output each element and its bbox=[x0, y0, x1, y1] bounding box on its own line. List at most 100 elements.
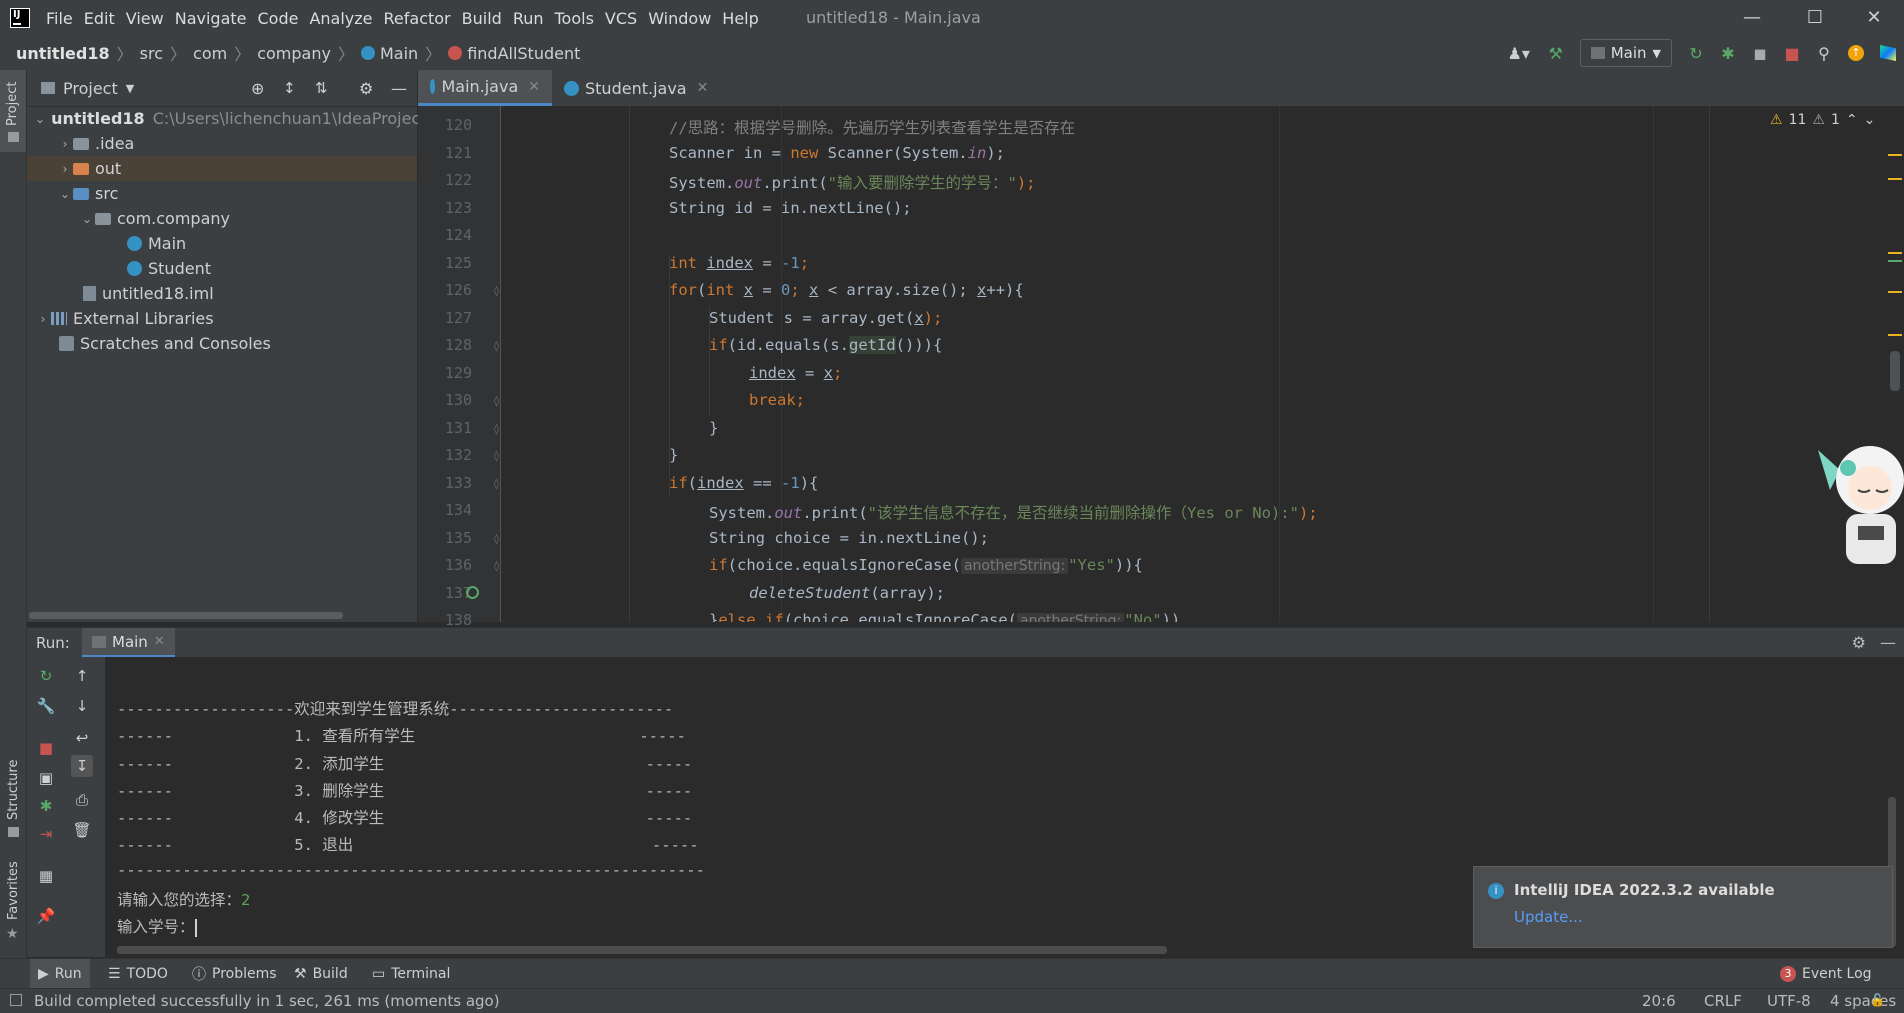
project-panel-title[interactable]: Project bbox=[63, 79, 118, 98]
rerun-icon[interactable]: ↻ bbox=[1684, 41, 1708, 65]
menu-help[interactable]: Help bbox=[722, 9, 767, 28]
menu-code[interactable]: Code bbox=[258, 9, 308, 28]
tab-main-java[interactable]: Main.java ✕ bbox=[418, 70, 552, 106]
soft-wrap-icon[interactable]: ↩ bbox=[71, 727, 93, 749]
close-tab-icon[interactable]: ✕ bbox=[528, 79, 540, 95]
menu-edit[interactable]: Edit bbox=[84, 9, 124, 28]
chevron-down-icon[interactable]: ⌄ bbox=[1864, 112, 1876, 128]
hide-panel-icon[interactable]: — bbox=[1880, 633, 1896, 652]
pin-icon[interactable]: 📌 bbox=[35, 905, 57, 927]
fold-marker-icon[interactable]: ◊ bbox=[494, 479, 499, 490]
stop-icon[interactable]: ■ bbox=[1780, 41, 1804, 65]
camera-icon[interactable]: ▣ bbox=[35, 767, 57, 789]
menu-file[interactable]: File bbox=[46, 9, 82, 28]
tree-item-src[interactable]: ⌄ src bbox=[27, 181, 417, 206]
tree-item-main[interactable]: Main bbox=[27, 231, 417, 256]
error-stripe-mark[interactable] bbox=[1888, 154, 1902, 156]
menu-build[interactable]: Build bbox=[462, 9, 511, 28]
editor-gutter[interactable]: 120 121 122 123 124 125 126 127 128 129 … bbox=[418, 106, 501, 629]
gear-icon[interactable]: ⚙ bbox=[1852, 633, 1866, 652]
chevron-down-icon[interactable]: ⌄ bbox=[57, 187, 73, 201]
tree-item-idea[interactable]: › .idea bbox=[27, 131, 417, 156]
project-tool-label[interactable]: Project bbox=[5, 82, 20, 126]
tree-item-project-root[interactable]: ⌄ untitled18 C:\Users\lichenchuan1\IdeaP… bbox=[27, 106, 427, 131]
breadcrumb-main[interactable]: Main bbox=[380, 44, 418, 63]
tree-item-iml[interactable]: untitled18.iml bbox=[27, 281, 417, 306]
arrow-up-icon[interactable]: ↑ bbox=[71, 665, 93, 687]
menu-window[interactable]: Window bbox=[648, 9, 720, 28]
maximize-button[interactable]: ☐ bbox=[1801, 4, 1829, 32]
menu-navigate[interactable]: Navigate bbox=[175, 9, 256, 28]
menu-refactor[interactable]: Refactor bbox=[384, 9, 460, 28]
wrench-icon[interactable]: 🔧 bbox=[35, 695, 57, 717]
breadcrumb-project[interactable]: untitled18 bbox=[16, 44, 110, 63]
tool-run[interactable]: ▶ Run bbox=[30, 959, 90, 989]
debug-icon[interactable]: ✱ bbox=[35, 795, 57, 817]
tree-item-external-libraries[interactable]: › External Libraries bbox=[27, 306, 417, 331]
error-stripe-mark[interactable] bbox=[1888, 178, 1902, 180]
fold-marker-icon[interactable]: ◊ bbox=[494, 424, 499, 435]
fold-marker-icon[interactable]: ◊ bbox=[494, 451, 499, 462]
horizontal-scrollbar[interactable] bbox=[117, 946, 1167, 954]
fold-marker-icon[interactable]: ◊ bbox=[494, 286, 499, 297]
breadcrumb-company[interactable]: company bbox=[257, 44, 331, 63]
build-hammer-icon[interactable]: ⚒ bbox=[1544, 41, 1568, 65]
search-icon[interactable]: ⚲ bbox=[1812, 41, 1836, 65]
fold-marker-icon[interactable]: ◊ bbox=[494, 396, 499, 407]
error-stripe-mark[interactable] bbox=[1888, 334, 1902, 336]
update-icon[interactable]: ↑ bbox=[1844, 41, 1868, 65]
menu-view[interactable]: View bbox=[126, 9, 173, 28]
inspection-widget[interactable]: ⚠ 11 ⚠ 1 ⌃ ⌄ bbox=[1770, 112, 1875, 128]
fold-marker-icon[interactable]: ◊ bbox=[494, 561, 499, 572]
chevron-right-icon[interactable]: › bbox=[57, 162, 73, 176]
layout-icon[interactable]: ▦ bbox=[35, 865, 57, 887]
scroll-to-end-icon[interactable]: ↧ bbox=[71, 755, 93, 777]
structure-tool-label[interactable]: Structure bbox=[6, 760, 21, 820]
favorites-tool-label[interactable]: Favorites bbox=[6, 861, 21, 920]
stop-icon[interactable]: ■ bbox=[35, 737, 57, 759]
error-stripe-mark[interactable] bbox=[1888, 252, 1902, 254]
rerun-icon[interactable]: ↻ bbox=[35, 665, 57, 687]
chevron-right-icon[interactable]: › bbox=[57, 137, 73, 151]
minimize-button[interactable]: — bbox=[1738, 4, 1766, 32]
fold-marker-icon[interactable]: ◊ bbox=[494, 341, 499, 352]
update-link[interactable]: Update... bbox=[1514, 908, 1583, 926]
tab-student-java[interactable]: Student.java ✕ bbox=[552, 70, 720, 106]
hide-panel-icon[interactable]: — bbox=[391, 79, 407, 98]
menu-tools[interactable]: Tools bbox=[555, 9, 603, 28]
gear-icon[interactable]: ⚙ bbox=[359, 79, 373, 98]
close-tab-icon[interactable]: ✕ bbox=[697, 80, 709, 96]
breadcrumb-com[interactable]: com bbox=[193, 44, 227, 63]
toolbox-icon[interactable] bbox=[1876, 41, 1900, 65]
run-configuration-select[interactable]: Main ▼ bbox=[1579, 39, 1672, 67]
tree-item-scratches[interactable]: Scratches and Consoles bbox=[27, 331, 417, 356]
close-tab-icon[interactable]: ✕ bbox=[154, 634, 165, 649]
chevron-right-icon[interactable]: › bbox=[35, 312, 51, 326]
run-tab-main[interactable]: Main ✕ bbox=[82, 628, 175, 658]
breadcrumb-src[interactable]: src bbox=[140, 44, 163, 63]
user-icon[interactable]: ♟▾ bbox=[1502, 41, 1536, 65]
menu-run[interactable]: Run bbox=[513, 9, 553, 28]
tool-todo[interactable]: ☰ TODO bbox=[108, 959, 168, 989]
expand-all-icon[interactable]: ↕ bbox=[283, 79, 296, 97]
tool-terminal[interactable]: ▭ Terminal bbox=[372, 959, 450, 989]
trash-icon[interactable]: 🗑 bbox=[71, 819, 93, 841]
file-encoding[interactable]: UTF-8 bbox=[1767, 992, 1811, 1010]
fold-marker-icon[interactable]: ◊ bbox=[494, 534, 499, 545]
tree-item-out[interactable]: › out bbox=[27, 156, 417, 181]
tool-problems[interactable]: ⓘ Problems bbox=[192, 959, 277, 989]
caret-position[interactable]: 20:6 bbox=[1642, 992, 1676, 1010]
chevron-down-icon[interactable]: ▼ bbox=[126, 82, 134, 95]
chevron-down-icon[interactable]: ⌄ bbox=[35, 112, 45, 126]
line-separator[interactable]: CRLF bbox=[1704, 992, 1742, 1010]
toggle-tool-windows-icon[interactable] bbox=[10, 994, 22, 1006]
tool-event-log[interactable]: 3 Event Log bbox=[1780, 959, 1872, 989]
vertical-scrollbar[interactable] bbox=[1890, 351, 1900, 391]
arrow-down-icon[interactable]: ↓ bbox=[71, 695, 93, 717]
recursive-call-icon[interactable] bbox=[466, 586, 479, 599]
tree-item-student[interactable]: Student bbox=[27, 256, 417, 281]
menu-analyze[interactable]: Analyze bbox=[309, 9, 381, 28]
chevron-down-icon[interactable]: ⌄ bbox=[79, 212, 95, 226]
print-icon[interactable]: ⎙ bbox=[71, 789, 93, 811]
code-editor[interactable]: //思路：根据学号删除。先遍历学生列表查看学生是否存在 Scanner in =… bbox=[501, 106, 1709, 622]
